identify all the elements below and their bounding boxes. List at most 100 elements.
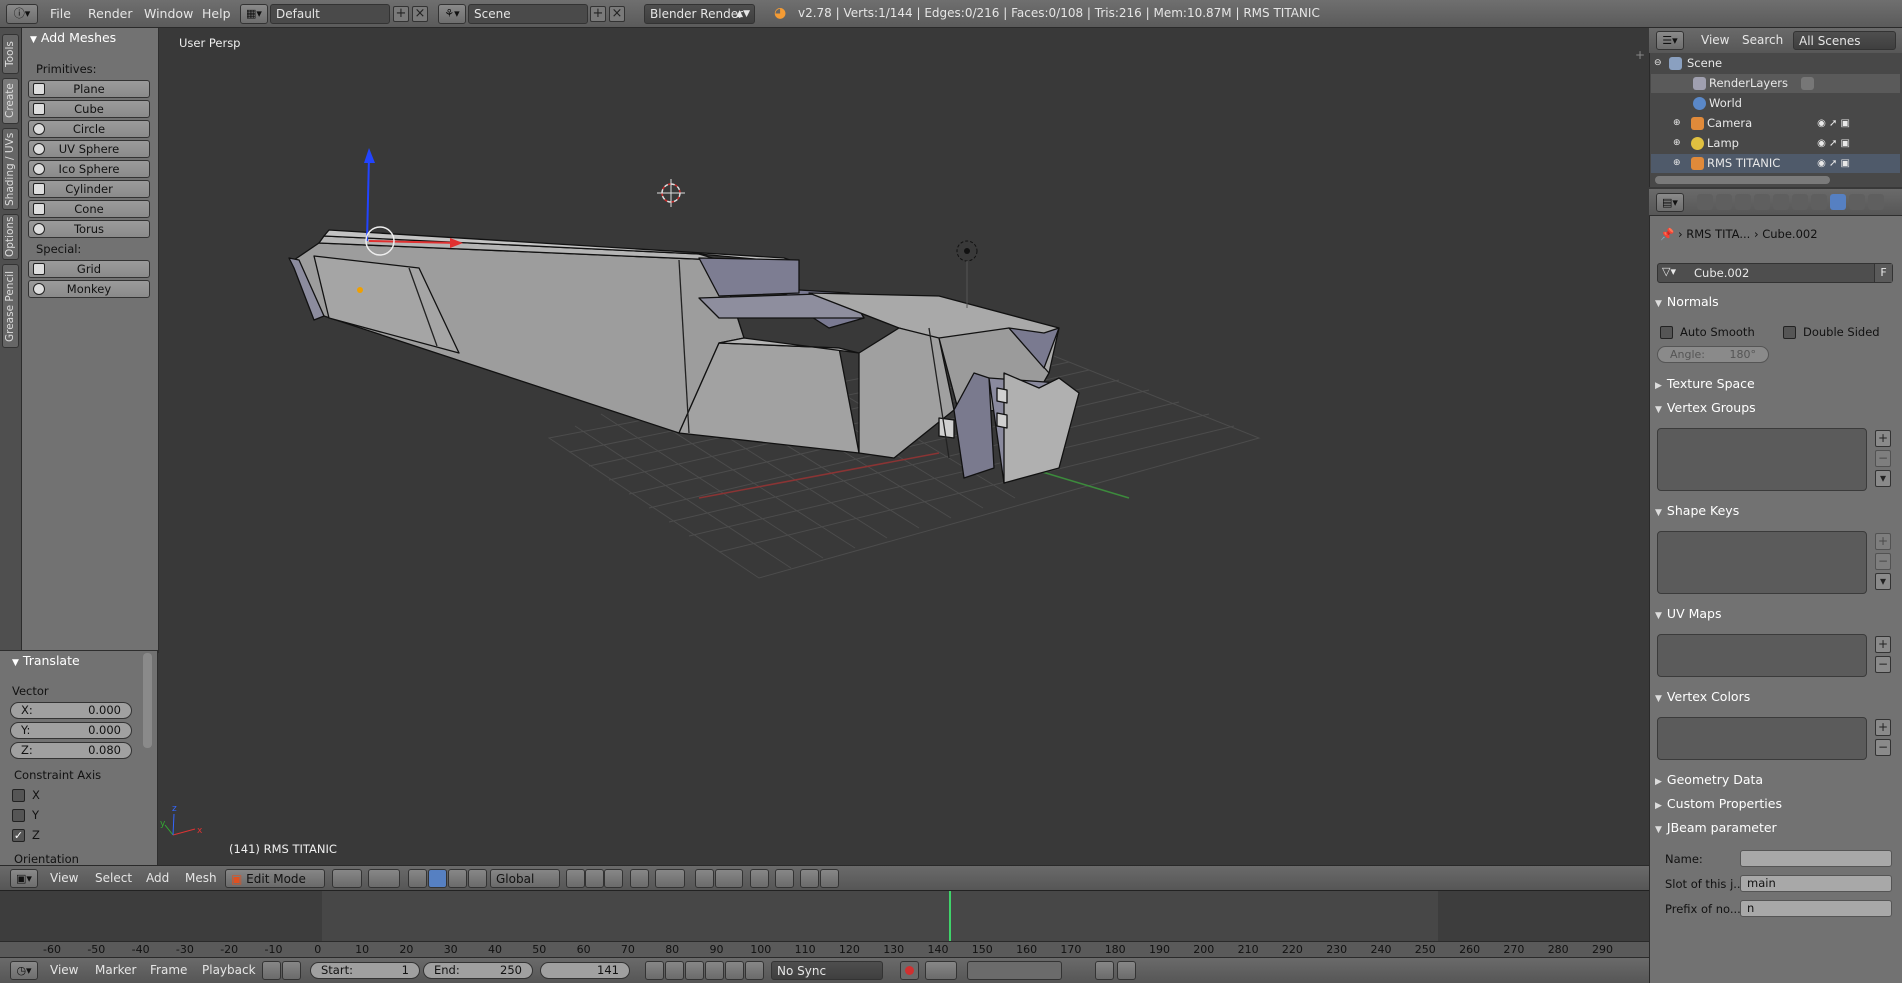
tl-menu-playback[interactable]: Playback: [202, 961, 256, 980]
pivot-dropdown[interactable]: [368, 869, 400, 888]
end-frame-field[interactable]: End: 250: [423, 962, 533, 979]
render-tab-icon[interactable]: [1697, 194, 1713, 210]
record-button[interactable]: [900, 961, 919, 980]
outliner-hscrollbar[interactable]: [1655, 176, 1830, 184]
tab-options[interactable]: Options: [2, 214, 19, 260]
constraints-tab-icon[interactable]: [1792, 194, 1808, 210]
proportional-edit-dropdown[interactable]: [655, 869, 685, 888]
add-grid-button[interactable]: Grid: [28, 260, 150, 278]
snap-toggle[interactable]: [695, 869, 714, 888]
clip-button[interactable]: [820, 869, 839, 888]
timeline-ruler[interactable]: -60 -50 -40 -30 -20 -10 0 10 20 30 40 50 60 70 80 90 100…: [0, 941, 1649, 958]
uv-maps-list[interactable]: [1657, 634, 1867, 677]
z-gizmo-arrow[interactable]: [364, 148, 375, 163]
shape-key-add-button[interactable]: +: [1875, 533, 1891, 550]
fake-user-button[interactable]: F: [1874, 264, 1892, 282]
current-frame-indicator[interactable]: [949, 891, 951, 941]
world-tab-icon[interactable]: [1754, 194, 1770, 210]
add-plane-button[interactable]: Plane: [28, 80, 150, 98]
tab-grease-pencil[interactable]: Grease Pencil: [2, 264, 19, 348]
custom-properties-header[interactable]: ▶ Custom Properties: [1655, 795, 1895, 815]
shape-keys-header[interactable]: ▼ Shape Keys: [1655, 502, 1895, 522]
normals-header[interactable]: ▼ Normals: [1655, 293, 1895, 313]
add-ico-sphere-button[interactable]: Ico Sphere: [28, 160, 150, 178]
add-uv-sphere-button[interactable]: UV Sphere: [28, 140, 150, 158]
jump-start-button[interactable]: [645, 961, 664, 980]
jump-keyframe-back-button[interactable]: [665, 961, 684, 980]
outliner-menu-view[interactable]: View: [1701, 31, 1729, 50]
auto-smooth-checkbox[interactable]: [1660, 326, 1673, 339]
texture-tab-icon[interactable]: [1868, 194, 1884, 210]
opengl-anim-button[interactable]: [800, 869, 819, 888]
properties-editor-icon[interactable]: ▤▾: [1656, 193, 1684, 212]
outliner-editor-icon[interactable]: ☰▾: [1656, 31, 1684, 50]
edge-select-button[interactable]: [585, 869, 604, 888]
remove-layout-icon[interactable]: ×: [412, 6, 428, 22]
add-torus-button[interactable]: Torus: [28, 220, 150, 238]
shape-key-remove-button[interactable]: −: [1875, 553, 1891, 570]
pin-icon[interactable]: 📌: [1660, 227, 1674, 241]
visibility-eye-icon[interactable]: ◉ ➚ ▣: [1817, 154, 1850, 173]
expand-icon[interactable]: ⊕: [1673, 134, 1681, 153]
uv-map-remove-button[interactable]: −: [1875, 656, 1891, 673]
material-tab-icon[interactable]: [1849, 194, 1865, 210]
outliner-filter-dropdown[interactable]: All Scenes: [1793, 31, 1896, 50]
vertex-color-remove-button[interactable]: −: [1875, 739, 1891, 756]
mesh-name-field[interactable]: Cube.002: [1694, 266, 1749, 280]
translate-manipulator[interactable]: [428, 869, 447, 888]
delete-keyframe-button[interactable]: [1117, 961, 1136, 980]
visibility-eye-icon[interactable]: ◉ ➚ ▣: [1817, 114, 1850, 133]
outliner-row-rms-titanic[interactable]: ⊕ RMS TITANIC ◉ ➚ ▣: [1651, 154, 1900, 173]
add-circle-button[interactable]: Circle: [28, 120, 150, 138]
geometry-data-header[interactable]: ▶ Geometry Data: [1655, 771, 1895, 791]
outliner-row-renderlayers[interactable]: RenderLayers: [1651, 74, 1900, 93]
vertex-color-add-button[interactable]: +: [1875, 719, 1891, 736]
vertex-group-specials-button[interactable]: ▾: [1875, 470, 1891, 487]
texture-space-header[interactable]: ▶ Texture Space: [1655, 375, 1895, 395]
insert-keyframe-button[interactable]: [1095, 961, 1114, 980]
shape-key-specials-button[interactable]: ▾: [1875, 573, 1891, 590]
render-layer-settings-icon[interactable]: [1801, 77, 1814, 90]
menu-window[interactable]: Window: [144, 3, 193, 24]
scale-manipulator[interactable]: [468, 869, 487, 888]
remove-scene-icon[interactable]: ×: [609, 6, 625, 22]
preview-range-icon[interactable]: [262, 961, 281, 980]
menu-mesh[interactable]: Mesh: [185, 869, 217, 888]
screen-layout-field[interactable]: Default: [270, 4, 390, 24]
tab-shading-uvs[interactable]: Shading / UVs: [2, 128, 19, 210]
tl-menu-frame[interactable]: Frame: [150, 961, 187, 980]
snap-target-button[interactable]: [750, 869, 769, 888]
start-frame-field[interactable]: Start: 1: [310, 962, 420, 979]
scene-canvas[interactable]: x y z: [159, 28, 1649, 863]
vertex-select-button[interactable]: [566, 869, 585, 888]
add-scene-icon[interactable]: +: [590, 6, 606, 22]
jump-keyframe-forward-button[interactable]: [725, 961, 744, 980]
vertex-colors-header[interactable]: ▼ Vertex Colors: [1655, 688, 1895, 708]
keying-set-field[interactable]: [967, 961, 1062, 980]
object-tab-icon[interactable]: [1773, 194, 1789, 210]
render-engine-dropdown[interactable]: Blender Render ▲▼: [644, 4, 755, 24]
vertex-groups-header[interactable]: ▼ Vertex Groups: [1655, 399, 1895, 419]
3d-viewport[interactable]: User Persp x y z (141) RMS TITANIC +: [159, 28, 1649, 888]
scene-tab-icon[interactable]: [1735, 194, 1751, 210]
z-gizmo-axis[interactable]: [366, 155, 370, 242]
add-monkey-button[interactable]: Monkey: [28, 280, 150, 298]
menu-select[interactable]: Select: [95, 869, 132, 888]
tl-menu-marker[interactable]: Marker: [95, 961, 136, 980]
jbeam-name-field[interactable]: [1740, 850, 1892, 867]
visibility-eye-icon[interactable]: ◉ ➚ ▣: [1817, 134, 1850, 153]
keying-dropdown[interactable]: [925, 961, 957, 980]
viewport-plus-icon[interactable]: +: [1635, 48, 1645, 62]
timeline[interactable]: -60 -50 -40 -30 -20 -10 0 10 20 30 40 50 60 70 80 90 100…: [0, 890, 1649, 958]
data-tab-icon[interactable]: [1830, 194, 1846, 210]
redo-scrollbar[interactable]: [143, 653, 152, 748]
transform-orientation-dropdown[interactable]: Global: [490, 869, 560, 888]
vertex-group-add-button[interactable]: +: [1875, 430, 1891, 447]
constraint-y-checkbox[interactable]: [12, 809, 25, 822]
screen-layout-icon[interactable]: ▦▾: [240, 4, 268, 24]
add-layout-icon[interactable]: +: [393, 6, 409, 22]
shading-dropdown[interactable]: [332, 869, 362, 888]
timeline-editor-icon[interactable]: ◷▾: [10, 961, 38, 980]
outliner-row-scene[interactable]: ⊖ Scene: [1651, 54, 1900, 73]
current-frame-field[interactable]: 141: [540, 962, 630, 979]
